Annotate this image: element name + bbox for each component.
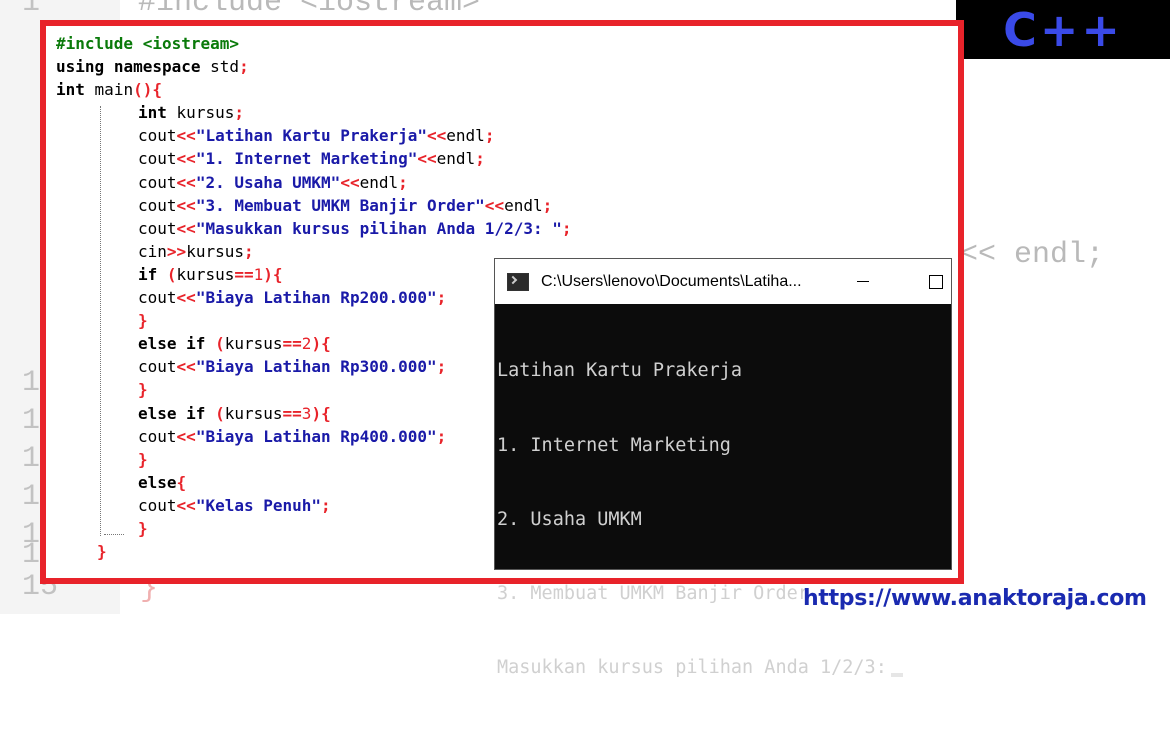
maximize-icon[interactable] (929, 275, 943, 289)
code-line: #include <iostream> (56, 34, 240, 53)
website-url[interactable]: https://www.anaktoraja.com (803, 586, 1147, 611)
cpp-badge: C++ (956, 0, 1170, 59)
background-code-fragment: << endl; (960, 238, 1105, 272)
console-line: 1. Internet Marketing (497, 434, 731, 456)
console-line: Latihan Kartu Prakerja (497, 360, 743, 382)
console-titlebar[interactable]: C:\Users\lenovo\Documents\Latiha... (495, 259, 951, 304)
code-line: cout<<"Latihan Kartu Prakerja"<<endl; (138, 126, 495, 146)
code-line: cout<<"Masukkan kursus pilihan Anda 1/2/… (138, 218, 572, 238)
cursor-icon (890, 672, 903, 677)
console-window[interactable]: C:\Users\lenovo\Documents\Latiha... Lati… (494, 258, 952, 678)
line-number: 1 (22, 366, 41, 400)
badge-label: C++ (1003, 2, 1123, 57)
code-line: using namespace std; (56, 57, 249, 77)
console-prompt: Masukkan kursus pilihan Anda 1/2/3: (497, 656, 887, 678)
console-title: C:\Users\lenovo\Documents\Latiha... (541, 272, 802, 290)
line-number: 1 (22, 404, 41, 438)
line-number: 1 (22, 480, 41, 514)
code-line: int main(){ (56, 80, 162, 100)
code-line: int kursus; (138, 103, 244, 123)
minimize-icon[interactable] (857, 281, 869, 282)
console-output: Latihan Kartu Prakerja 1. Internet Marke… (495, 304, 951, 730)
line-number: 1 (22, 442, 41, 476)
line-number: 1 (22, 538, 41, 572)
code-line: cout<<"3. Membuat UMKM Banjir Order"<<en… (138, 195, 553, 215)
console-app-icon (507, 272, 529, 291)
background-code-line: #include <iostream> (138, 0, 481, 20)
code-line: cout<<"2. Usaha UMKM"<<endl; (138, 172, 408, 192)
code-line: cout<<"1. Internet Marketing"<<endl; (138, 149, 485, 169)
console-prompt-line: Masukkan kursus pilihan Anda 1/2/3: (497, 656, 951, 681)
console-line: 2. Usaha UMKM (497, 508, 642, 530)
line-number: 1 (22, 0, 41, 20)
